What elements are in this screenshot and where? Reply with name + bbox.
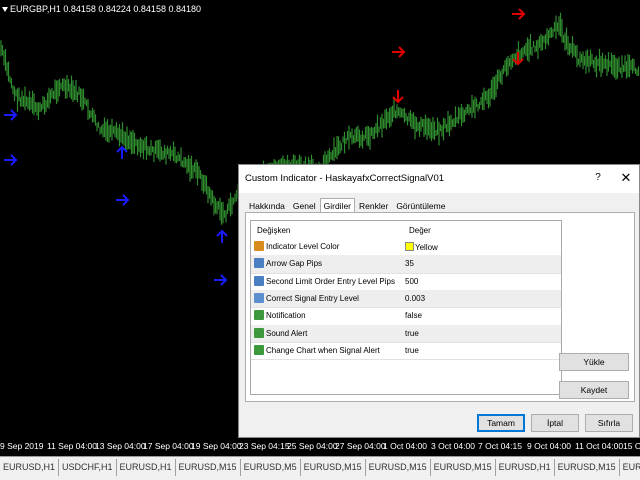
tab-visualization[interactable]: Görüntüleme bbox=[392, 198, 449, 212]
chart-tab[interactable]: EURUSD,M15 bbox=[366, 459, 431, 476]
color-swatch bbox=[405, 242, 414, 251]
custom-indicator-dialog: Custom Indicator - HaskayafxCorrectSigna… bbox=[238, 164, 640, 438]
chart-tab[interactable]: EURUSD,M5 bbox=[241, 459, 301, 476]
param-name: Change Chart when Signal Alert bbox=[266, 345, 380, 355]
param-row[interactable]: Notification false bbox=[251, 307, 561, 324]
dialog-tabs: Hakkında Genel Girdiler Renkler Görüntül… bbox=[245, 198, 449, 213]
param-row[interactable]: Sound Alert true bbox=[251, 324, 561, 342]
double-icon bbox=[254, 292, 264, 303]
time-axis-label: 7 Oct 04:15 bbox=[478, 441, 522, 451]
time-axis-label: 1 Oct 04:00 bbox=[383, 441, 427, 451]
param-row[interactable]: Second Limit Order Entry Level Pips 500 bbox=[251, 273, 561, 290]
dropdown-triangle-icon[interactable] bbox=[2, 7, 8, 13]
save-button[interactable]: Kaydet bbox=[559, 381, 629, 399]
time-axis-label: 17 Sep 04:00 bbox=[143, 441, 194, 451]
inputs-panel: Değişken Değer Indicator Level Color Yell… bbox=[245, 212, 635, 402]
time-axis-label: 25 Sep 04:00 bbox=[287, 441, 338, 451]
chart-tab[interactable]: EURUSD,H1 bbox=[496, 459, 555, 476]
bool-icon bbox=[254, 310, 264, 321]
param-value[interactable]: true bbox=[405, 346, 419, 355]
time-axis-label: 13 Sep 04:00 bbox=[95, 441, 146, 451]
up-arrow-icon bbox=[216, 229, 228, 243]
chart-tab[interactable]: USDCHF,H1 bbox=[59, 459, 117, 476]
dialog-titlebar[interactable]: Custom Indicator - HaskayafxCorrectSigna… bbox=[239, 165, 639, 193]
chart-tab[interactable]: EURUSD,M15 bbox=[431, 459, 496, 476]
time-axis-label: 15 Oct bbox=[623, 441, 640, 451]
load-button[interactable]: Yükle bbox=[559, 353, 629, 371]
time-axis-label: 27 Sep 04:00 bbox=[335, 441, 386, 451]
dialog-title: Custom Indicator - HaskayafxCorrectSigna… bbox=[245, 173, 445, 184]
ok-button[interactable]: Tamam bbox=[477, 414, 525, 432]
chart-tab[interactable]: EURUSD,M15 bbox=[555, 459, 620, 476]
param-name: Notification bbox=[266, 311, 306, 321]
chart-symbol-info: EURGBP,H1 0.84158 0.84224 0.84158 0.8418… bbox=[2, 4, 201, 14]
column-header-variable[interactable]: Değişken bbox=[257, 226, 290, 235]
right-arrow-icon bbox=[214, 274, 228, 286]
param-row[interactable]: Arrow Gap Pips 35 bbox=[251, 255, 561, 273]
param-value-text: Yellow bbox=[415, 243, 438, 252]
tab-colors[interactable]: Renkler bbox=[355, 198, 392, 212]
grid-header: Değişken Değer bbox=[251, 221, 561, 238]
chart-tab[interactable]: EURUSD,M15 bbox=[176, 459, 241, 476]
help-button[interactable]: ? bbox=[591, 172, 605, 183]
integer-icon bbox=[254, 258, 264, 269]
param-row[interactable]: Change Chart when Signal Alert true bbox=[251, 342, 561, 359]
param-value[interactable]: false bbox=[405, 311, 422, 320]
bool-icon bbox=[254, 344, 264, 355]
param-name: Indicator Level Color bbox=[266, 242, 340, 251]
param-name: Arrow Gap Pips bbox=[266, 259, 323, 269]
integer-icon bbox=[254, 275, 264, 286]
right-arrow-icon bbox=[4, 154, 18, 166]
time-axis-label: 9 Sep 2019 bbox=[0, 441, 44, 451]
reset-button[interactable]: Sıfırla bbox=[585, 414, 633, 432]
param-name: Second Limit Order Entry Level Pips bbox=[266, 276, 395, 286]
chart-tab[interactable]: EURUSD,H1 bbox=[117, 459, 176, 476]
terminal-window: EURGBP,H1 0.84158 0.84224 0.84158 0.8418… bbox=[0, 0, 640, 480]
chart-tab-bar: EURUSD,H1 USDCHF,H1 EURUSD,H1 EURUSD,M15 EUR… bbox=[0, 456, 640, 480]
tab-about[interactable]: Hakkında bbox=[245, 198, 289, 212]
param-value[interactable]: 0.003 bbox=[405, 294, 425, 303]
tab-general[interactable]: Genel bbox=[289, 198, 320, 212]
time-axis-label: 23 Sep 04:15 bbox=[239, 441, 290, 451]
param-value[interactable]: true bbox=[405, 329, 419, 338]
row-separator bbox=[251, 359, 561, 361]
close-button[interactable]: ✕ bbox=[618, 170, 634, 186]
right-arrow-icon bbox=[116, 194, 130, 206]
inputs-grid: Değişken Değer Indicator Level Color Yell… bbox=[250, 220, 562, 395]
right-arrow-icon bbox=[392, 46, 406, 58]
chart-tab[interactable]: EURUSD,M15 bbox=[301, 459, 366, 476]
column-header-value[interactable]: Değer bbox=[409, 226, 431, 235]
param-name: Sound Alert bbox=[266, 328, 308, 338]
right-arrow-icon bbox=[4, 109, 18, 121]
bool-icon bbox=[254, 327, 264, 338]
param-row[interactable]: Indicator Level Color Yellow bbox=[251, 238, 561, 255]
param-name: Correct Signal Entry Level bbox=[266, 293, 359, 303]
param-row[interactable]: Correct Signal Entry Level 0.003 bbox=[251, 289, 561, 308]
time-axis-label: 3 Oct 04:00 bbox=[431, 441, 475, 451]
time-axis-label: 11 Oct 04:00 bbox=[575, 441, 624, 451]
time-axis-label: 11 Sep 04:00 bbox=[47, 441, 97, 451]
color-icon bbox=[254, 241, 264, 251]
cancel-button[interactable]: İptal bbox=[531, 414, 579, 432]
param-value[interactable]: Yellow bbox=[405, 242, 438, 252]
tab-inputs[interactable]: Girdiler bbox=[319, 198, 356, 213]
time-axis-label: 9 Oct 04:00 bbox=[527, 441, 571, 451]
time-axis-label: 19 Sep 04:00 bbox=[191, 441, 242, 451]
chart-tab[interactable]: EURUSD,H1 bbox=[620, 459, 640, 476]
chart-tab[interactable]: EURUSD,H1 bbox=[0, 459, 60, 476]
right-arrow-icon bbox=[512, 8, 526, 20]
param-value[interactable]: 500 bbox=[405, 277, 418, 286]
param-value[interactable]: 35 bbox=[405, 259, 414, 268]
